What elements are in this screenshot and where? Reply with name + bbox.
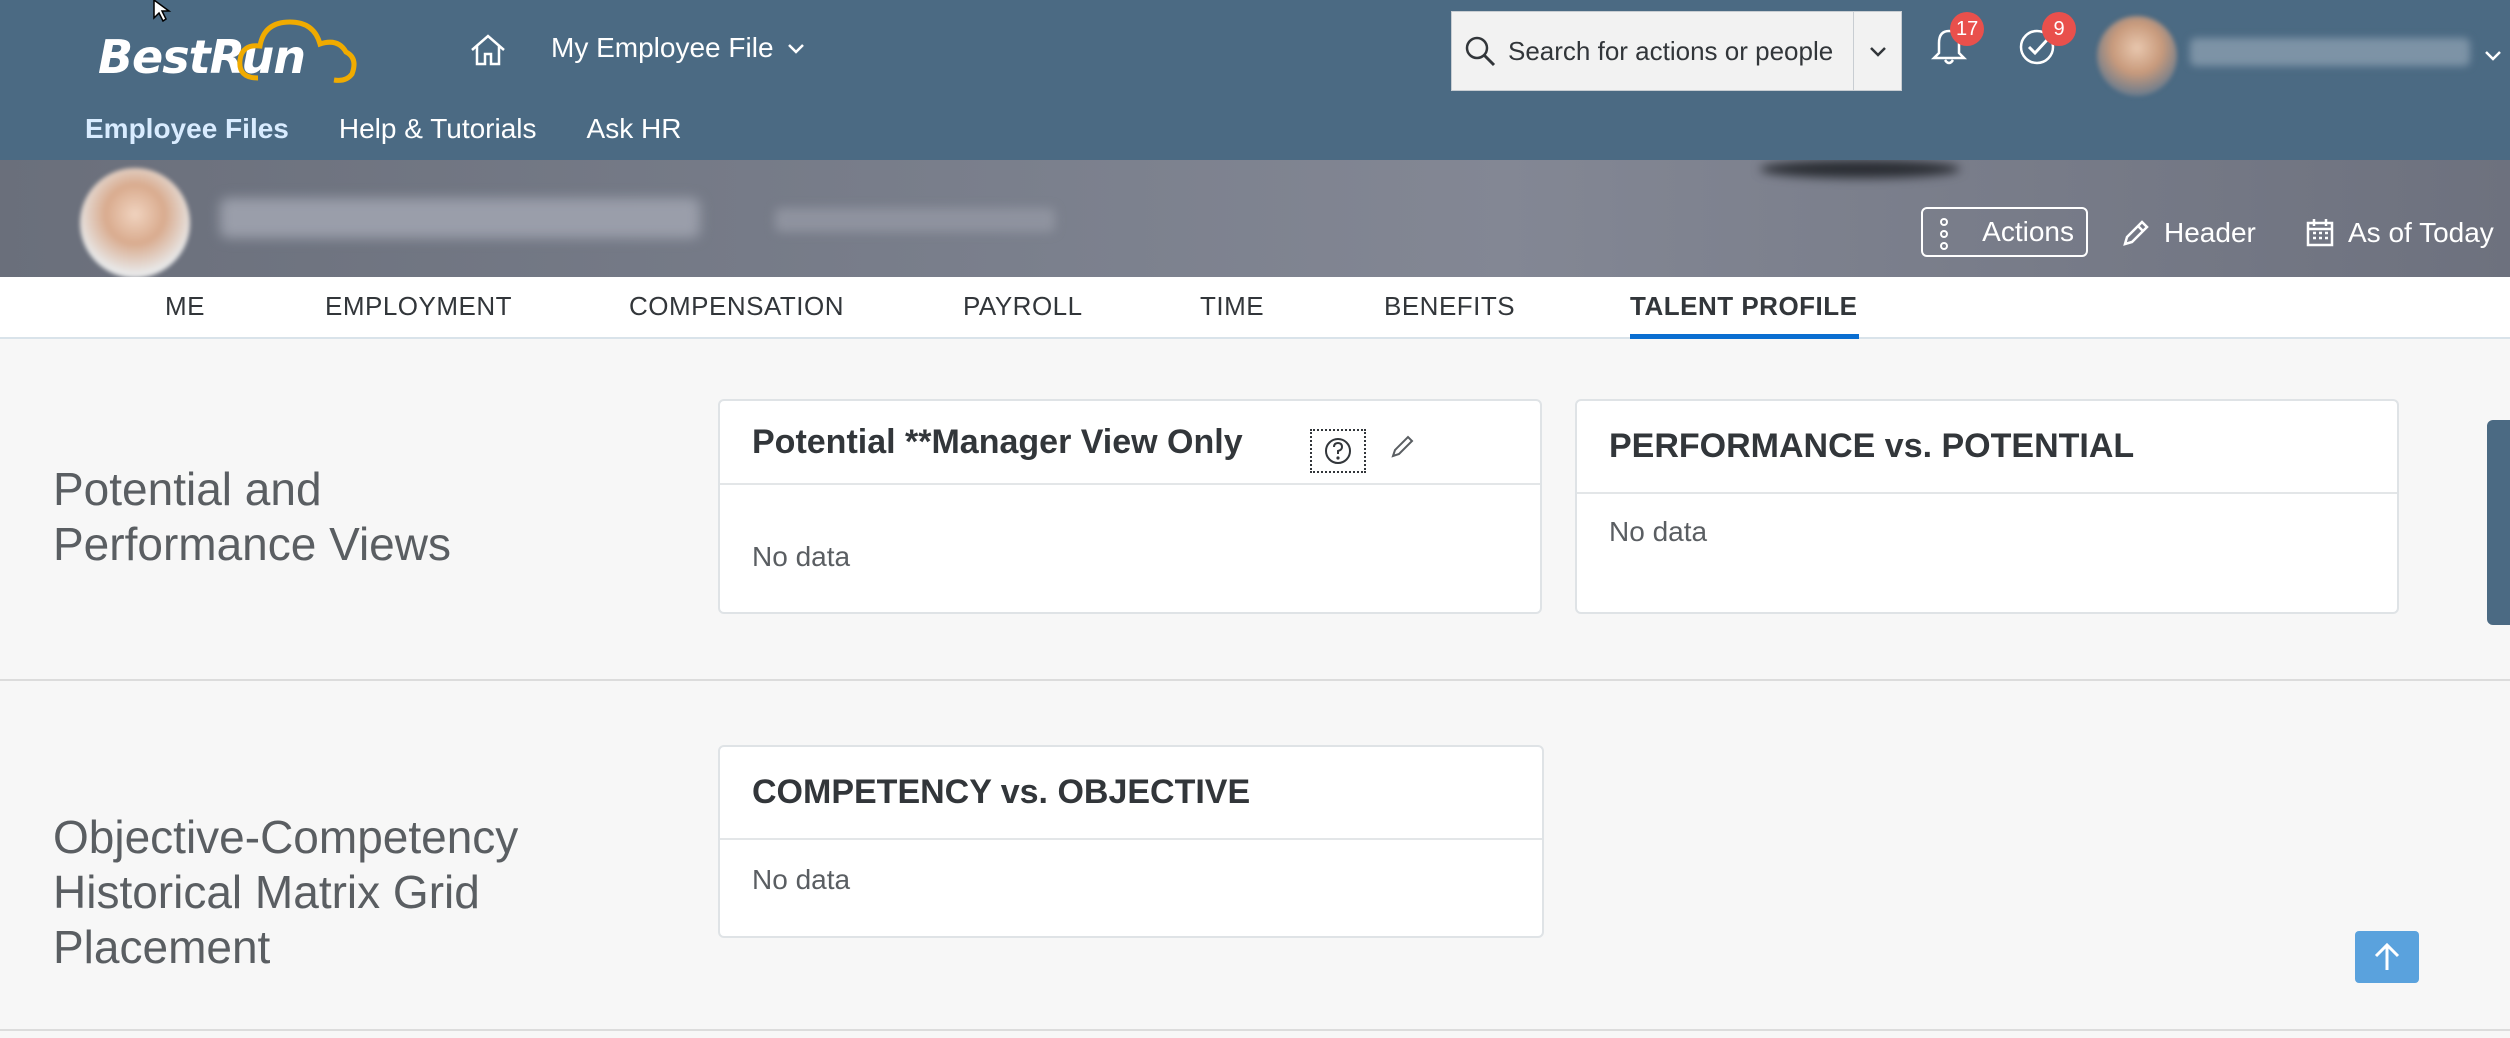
- search-input[interactable]: [1508, 35, 1838, 67]
- shell-bar: BestRun My Employee File 17 9 Employee F…: [0, 0, 2510, 160]
- search-scope-dropdown[interactable]: [1853, 12, 1901, 90]
- tasks-badge: 9: [2042, 12, 2076, 46]
- app-title: My Employee File: [551, 32, 774, 63]
- as-of-label: As of Today: [2348, 217, 2494, 248]
- user-avatar[interactable]: [2097, 16, 2177, 96]
- nav-help-tutorials[interactable]: Help & Tutorials: [339, 113, 537, 153]
- chevron-down-icon: [787, 44, 804, 54]
- more-vertical-icon: [1940, 218, 1948, 250]
- cloud-logo-icon: [237, 19, 357, 83]
- section-title: Potential and Performance Views: [53, 463, 451, 570]
- profile-tab-bar: ME EMPLOYMENT COMPENSATION PAYROLL TIME …: [0, 277, 2510, 339]
- tab-talent-profile[interactable]: TALENT PROFILE: [1630, 291, 1858, 322]
- chevron-down-icon[interactable]: [2482, 44, 2504, 66]
- card-empty-state: No data: [752, 541, 851, 572]
- app-title-menu[interactable]: My Employee File: [551, 32, 806, 64]
- card-title: Potential **Manager View Only: [720, 401, 1540, 485]
- card-empty-state: No data: [752, 864, 851, 895]
- employee-title-redacted: [775, 208, 1055, 232]
- calendar-icon: [2306, 219, 2334, 247]
- tab-me[interactable]: ME: [165, 291, 205, 322]
- section-potential-performance: Potential and Performance Views Potentia…: [0, 339, 2510, 681]
- search-box: [1451, 11, 1902, 91]
- pencil-icon: [2123, 220, 2149, 246]
- card-performance-vs-potential: PERFORMANCE vs. POTENTIAL No data: [1575, 399, 2399, 614]
- edit-button[interactable]: [1388, 431, 1424, 467]
- back-to-top-button[interactable]: [2355, 931, 2419, 983]
- card-competency-vs-objective: COMPETENCY vs. OBJECTIVE No data: [718, 745, 1544, 938]
- bestrun-logo[interactable]: BestRun: [98, 8, 357, 88]
- tab-time[interactable]: TIME: [1200, 291, 1264, 322]
- tasks-button[interactable]: 9: [2016, 12, 2076, 76]
- employee-name-redacted[interactable]: [220, 198, 700, 238]
- as-of-date-button[interactable]: As of Today: [2304, 210, 2494, 256]
- notifications-button[interactable]: 17: [1928, 12, 1985, 76]
- header-label: Header: [2164, 217, 2256, 248]
- nav-employee-files[interactable]: Employee Files: [85, 113, 289, 153]
- arrow-up-icon: [2374, 942, 2400, 970]
- pencil-icon: [1391, 435, 1414, 458]
- banner-background-image: [1760, 160, 1960, 178]
- header-edit-button[interactable]: Header: [2120, 210, 2256, 256]
- tab-payroll[interactable]: PAYROLL: [963, 291, 1083, 322]
- notifications-badge: 17: [1950, 12, 1985, 46]
- employee-photo[interactable]: [80, 168, 190, 277]
- question-circle-icon: [1325, 438, 1351, 464]
- card-title-text: Potential **Manager View Only: [752, 422, 1243, 461]
- card-empty-state: No data: [1609, 516, 1708, 547]
- card-title: PERFORMANCE vs. POTENTIAL: [1577, 401, 2397, 494]
- nav-ask-hr[interactable]: Ask HR: [587, 113, 682, 153]
- chevron-down-icon: [1869, 47, 1886, 57]
- side-panel-handle[interactable]: [2487, 420, 2510, 625]
- section-objective-competency: Objective-Competency Historical Matrix G…: [0, 683, 2510, 1031]
- section-title: Objective-Competency Historical Matrix G…: [53, 811, 519, 973]
- home-icon[interactable]: [468, 30, 508, 70]
- card-title: COMPETENCY vs. OBJECTIVE: [720, 747, 1542, 840]
- search-icon[interactable]: [1462, 33, 1498, 69]
- tab-compensation[interactable]: COMPENSATION: [629, 291, 844, 322]
- card-potential-manager-view: Potential **Manager View Only No data: [718, 399, 1542, 614]
- tab-benefits[interactable]: BENEFITS: [1384, 291, 1515, 322]
- actions-button[interactable]: Actions: [1921, 207, 2088, 257]
- tab-employment[interactable]: EMPLOYMENT: [325, 291, 512, 322]
- help-button[interactable]: [1310, 429, 1366, 473]
- shell-sub-navigation: Employee Files Help & Tutorials Ask HR: [0, 113, 731, 153]
- user-name-redacted[interactable]: [2190, 38, 2470, 66]
- mouse-cursor-icon: [153, 0, 172, 22]
- actions-label: Actions: [1982, 216, 2074, 247]
